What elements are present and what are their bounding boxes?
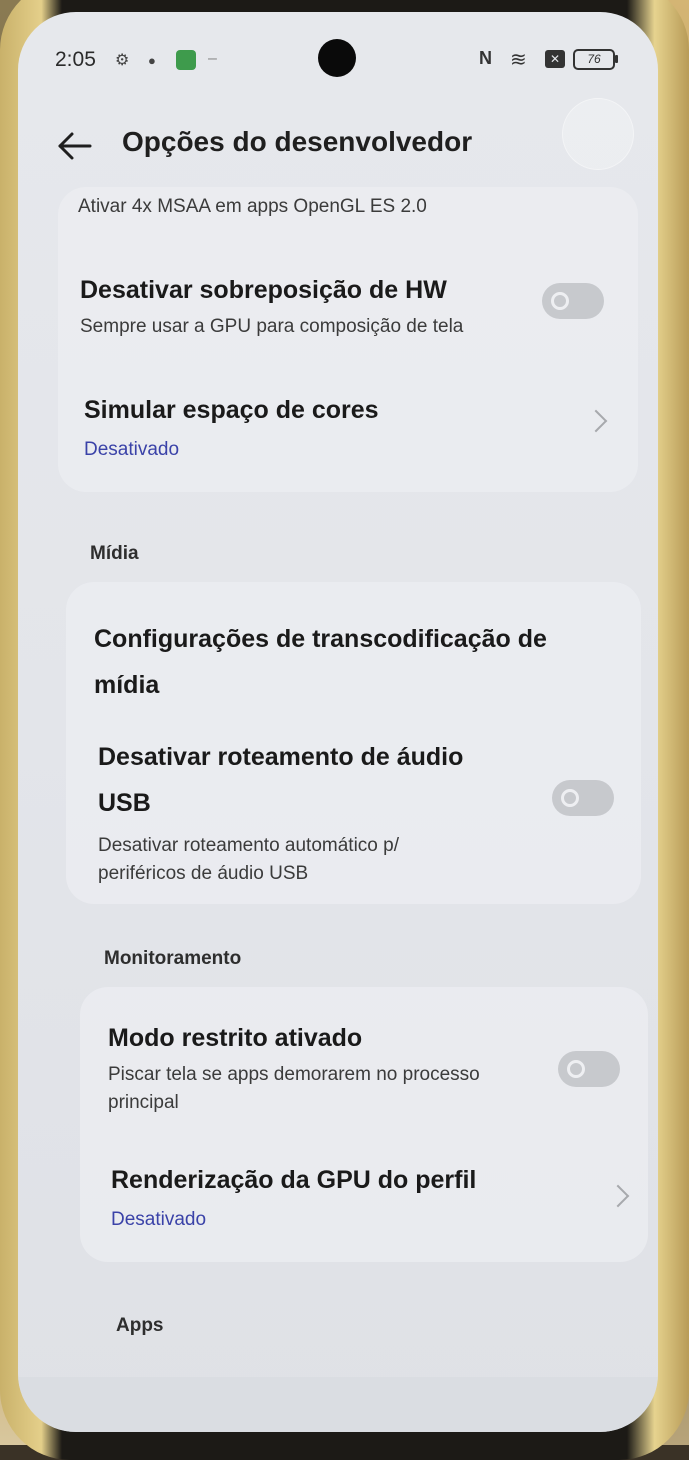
transcoding-title-line2: mídia: [94, 671, 160, 699]
more-notifications-icon: –: [208, 50, 217, 67]
nfc-icon: N: [479, 48, 492, 68]
strict-mode-row[interactable]: Modo restrito ativado Piscar tela se app…: [108, 1015, 538, 1117]
status-time: 2:05: [55, 48, 96, 71]
hw-overlay-subtitle: Sempre usar a GPU para composição de tel…: [80, 316, 464, 337]
app-header: Opções do desenvolvedor: [18, 98, 658, 182]
strict-mode-title: Modo restrito ativado: [108, 1024, 363, 1052]
color-space-value: Desativado: [84, 439, 180, 460]
front-camera: [318, 39, 356, 77]
hw-overlay-toggle[interactable]: [542, 283, 604, 319]
usb-audio-title-line1: Desativar roteamento de áudio: [98, 743, 464, 771]
status-bar: 2:05 ⚙ ● – N ≋ ✕ 76: [18, 12, 658, 102]
transcoding-title-line1: Configurações de transcodificação de: [94, 625, 547, 653]
usb-audio-subtitle-line2: periféricos de áudio USB: [98, 863, 309, 884]
gpu-render-row[interactable]: Renderização da GPU do perfil Desativado: [111, 1157, 551, 1231]
graphics-card: Ativar 4x MSAA em apps OpenGL ES 2.0 Des…: [58, 187, 638, 492]
battery-tip: [615, 55, 618, 63]
battery-icon: 76: [573, 49, 615, 70]
gpu-render-value: Desativado: [111, 1209, 207, 1230]
hw-overlay-row[interactable]: Desativar sobreposição de HW Sempre usar…: [80, 267, 530, 341]
back-arrow-icon[interactable]: [56, 126, 96, 166]
hw-overlay-title: Desativar sobreposição de HW: [80, 276, 447, 304]
color-space-row[interactable]: Simular espaço de cores Desativado: [84, 387, 534, 461]
color-space-title: Simular espaço de cores: [84, 396, 379, 424]
section-monitoring-label: Monitoramento: [104, 948, 242, 969]
gpu-render-title: Renderização da GPU do perfil: [111, 1166, 477, 1194]
strict-mode-toggle[interactable]: [558, 1051, 620, 1087]
msaa-row[interactable]: Ativar 4x MSAA em apps OpenGL ES 2.0: [78, 193, 427, 221]
phone-screen: 2:05 ⚙ ● – N ≋ ✕ 76 Opções do desenvolve…: [18, 12, 658, 1432]
toggle-knob: [551, 292, 569, 310]
chevron-right-icon: [606, 1184, 630, 1208]
bug-icon: ●: [148, 53, 156, 68]
usb-audio-row[interactable]: Desativar roteamento de áudio USB Desati…: [98, 734, 538, 888]
usb-audio-subtitle-line1: Desativar roteamento automático p/: [98, 835, 399, 856]
floating-button[interactable]: [562, 98, 634, 170]
usb-audio-title-line2: USB: [98, 789, 151, 817]
strict-mode-subtitle-line2: principal: [108, 1092, 179, 1113]
transcoding-row[interactable]: Configurações de transcodificação de míd…: [94, 616, 614, 708]
msaa-subtitle: Ativar 4x MSAA em apps OpenGL ES 2.0: [78, 196, 427, 217]
navigation-bar: [18, 1377, 658, 1432]
toggle-knob: [567, 1060, 585, 1078]
chevron-right-icon: [584, 409, 608, 433]
section-apps-label: Apps: [116, 1315, 164, 1336]
monitoring-card: Modo restrito ativado Piscar tela se app…: [80, 987, 648, 1262]
wifi-icon: ≋: [510, 49, 527, 71]
toggle-knob: [561, 789, 579, 807]
strict-mode-subtitle-line1: Piscar tela se apps demorarem no process…: [108, 1064, 480, 1085]
settings-icon: ⚙: [115, 52, 130, 69]
usb-audio-toggle[interactable]: [552, 780, 614, 816]
page-title: Opções do desenvolvedor: [122, 126, 473, 157]
section-media-label: Mídia: [90, 543, 139, 564]
app-notification-icon: [176, 50, 196, 70]
media-card: Configurações de transcodificação de míd…: [66, 582, 641, 904]
sim-icon: ✕: [545, 50, 565, 68]
